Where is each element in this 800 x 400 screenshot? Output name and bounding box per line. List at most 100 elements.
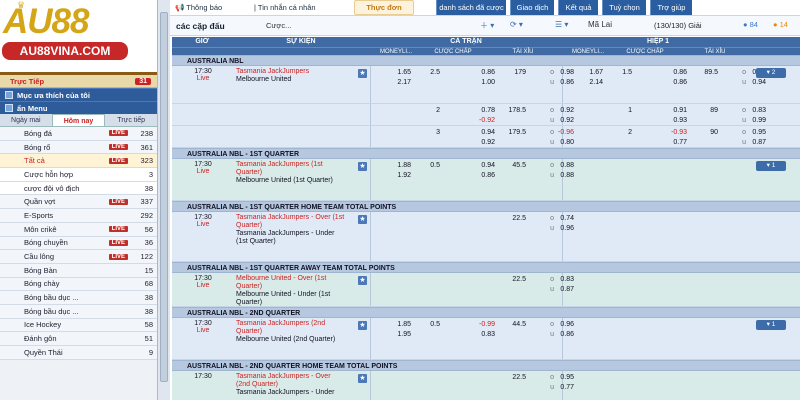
sport-item[interactable]: Bóng Bàn 15 xyxy=(0,263,157,278)
favorite-star-icon[interactable]: ★ xyxy=(358,321,367,330)
odds-cell[interactable]: 1.92 xyxy=(387,172,411,179)
odds-cell[interactable]: 22.5 xyxy=(502,374,526,381)
topbar-button-0[interactable]: danh sách đã cược xyxy=(436,0,506,15)
odds-cell[interactable]: 179.5 xyxy=(502,129,526,136)
odds-cell[interactable]: -0.96 xyxy=(550,129,574,136)
sport-item[interactable]: Quần vợt LIVE 337 xyxy=(0,195,157,210)
odds-cell[interactable]: 1.85 xyxy=(387,321,411,328)
sport-item[interactable]: Tất cả LIVE 323 xyxy=(0,154,157,169)
sport-item[interactable]: Đánh gôn 51 xyxy=(0,332,157,346)
odds-cell[interactable]: 0.98 xyxy=(550,69,574,76)
home-team[interactable]: Tasmania JackJumpers xyxy=(236,68,346,76)
away-team[interactable]: Tasmania JackJumpers - Under xyxy=(236,389,346,397)
sidebar-scrollbar[interactable] xyxy=(157,0,170,400)
odds-cell[interactable]: 1.5 xyxy=(608,69,632,76)
odds-cell[interactable]: 0.87 xyxy=(742,139,766,146)
odds-cell[interactable]: 0.80 xyxy=(550,139,574,146)
sport-item[interactable]: Bóng bầu dục ... 38 xyxy=(0,291,157,305)
favorite-star-icon[interactable]: ★ xyxy=(358,374,367,383)
odds-cell[interactable]: 1.00 xyxy=(471,79,495,86)
odds-cell[interactable]: 0.86 xyxy=(471,172,495,179)
odds-cell[interactable]: 0.83 xyxy=(742,107,766,114)
odds-cell[interactable]: 90 xyxy=(694,129,718,136)
odds-cell[interactable]: 0.86 xyxy=(663,79,687,86)
odds-cell[interactable]: 0.88 xyxy=(550,162,574,169)
odds-cell[interactable]: 0.77 xyxy=(663,139,687,146)
odds-cell[interactable]: 0.94 xyxy=(471,129,495,136)
league-count[interactable]: (130/130) Giải xyxy=(654,21,702,30)
odds-cell[interactable]: 22.5 xyxy=(502,276,526,283)
odds-cell[interactable]: 2.17 xyxy=(387,79,411,86)
hide-menu-bar[interactable]: ẩn Menu xyxy=(0,101,157,114)
odds-cell[interactable]: 0.96 xyxy=(550,225,574,232)
odds-cell[interactable]: 0.92 xyxy=(471,139,495,146)
home-team[interactable]: Tasmania JackJumpers - Over (2nd Quarter… xyxy=(236,373,346,389)
favorites-bar[interactable]: Mục ưa thích của tôi xyxy=(0,88,157,101)
odds-cell[interactable]: 22.5 xyxy=(502,215,526,222)
tab-0[interactable]: Ngày mai xyxy=(0,114,52,126)
odds-cell[interactable]: 89 xyxy=(694,107,718,114)
away-team[interactable]: Melbourne United (1st Quarter) xyxy=(236,177,346,185)
league-header[interactable]: AUSTRALIA NBL - 1ST QUARTER xyxy=(172,148,800,159)
sort-icon[interactable]: ☰ ▾ xyxy=(555,20,568,29)
notice-link[interactable]: 📢 Thông báo xyxy=(175,3,222,12)
sport-item[interactable]: Bóng bầu dục ... 38 xyxy=(0,304,157,319)
odds-cell[interactable]: 0.74 xyxy=(550,215,574,222)
topbar-button-3[interactable]: Tuỳ chọn xyxy=(602,0,646,15)
favorite-star-icon[interactable]: ★ xyxy=(358,276,367,285)
odds-cell[interactable]: 0.87 xyxy=(550,286,574,293)
odds-cell[interactable]: 2.5 xyxy=(416,69,440,76)
odds-cell[interactable]: 0.86 xyxy=(550,79,574,86)
odds-cell[interactable]: 0.94 xyxy=(742,79,766,86)
odds-cell[interactable]: 0.5 xyxy=(416,162,440,169)
home-team[interactable]: Tasmania JackJumpers (1st Quarter) xyxy=(236,161,346,177)
odds-cell[interactable]: -0.99 xyxy=(471,321,495,328)
live-now-item[interactable]: Trực Tiếp 31 xyxy=(0,75,157,88)
more-markets-button[interactable]: ▾ 1 xyxy=(756,161,786,171)
topbar-button-4[interactable]: Trợ giúp xyxy=(650,0,692,15)
odds-cell[interactable]: 179 xyxy=(502,69,526,76)
league-header[interactable]: AUSTRALIA NBL xyxy=(172,55,800,66)
away-team[interactable]: Melbourne United xyxy=(236,76,346,84)
tab-2[interactable]: Trực tiếp xyxy=(105,114,157,126)
odds-cell[interactable]: 0.95 xyxy=(742,129,766,136)
more-markets-button[interactable]: ▾ 1 xyxy=(756,320,786,330)
odds-cell[interactable]: 3 xyxy=(416,129,440,136)
tab-1[interactable]: Hôm nay xyxy=(51,114,106,126)
odds-cell[interactable]: 2 xyxy=(608,129,632,136)
away-team[interactable]: Melbourne United - Under (1st Quarter) xyxy=(236,291,346,307)
league-header[interactable]: AUSTRALIA NBL - 1ST QUARTER AWAY TEAM TO… xyxy=(172,262,800,273)
odds-cell[interactable]: 0.92 xyxy=(550,117,574,124)
odds-cell[interactable]: 0.96 xyxy=(550,321,574,328)
odds-cell[interactable]: 1 xyxy=(608,107,632,114)
topbar-button-1[interactable]: Giao dịch xyxy=(510,0,554,15)
odds-cell[interactable]: 89.5 xyxy=(694,69,718,76)
odds-cell[interactable]: 44.5 xyxy=(502,321,526,328)
away-team[interactable]: Tasmania JackJumpers - Under (1st Quarte… xyxy=(236,230,346,246)
favorite-star-icon[interactable]: ★ xyxy=(358,69,367,78)
odds-cell[interactable]: 0.88 xyxy=(550,172,574,179)
odds-cell[interactable]: 0.77 xyxy=(550,384,574,391)
odds-cell[interactable]: 0.86 xyxy=(550,331,574,338)
favorite-star-icon[interactable]: ★ xyxy=(358,215,367,224)
odds-cell[interactable]: 0.78 xyxy=(471,107,495,114)
odds-cell[interactable]: -0.92 xyxy=(471,117,495,124)
sport-item[interactable]: Bóng chày 68 xyxy=(0,277,157,292)
odds-cell[interactable]: 0.86 xyxy=(471,69,495,76)
away-team[interactable]: Melbourne United (2nd Quarter) xyxy=(236,336,346,344)
sport-item[interactable]: cược đội vô địch 38 xyxy=(0,181,157,196)
sport-item[interactable]: Ice Hockey 58 xyxy=(0,318,157,333)
odds-cell[interactable]: -0.93 xyxy=(663,129,687,136)
odds-cell[interactable]: 0.5 xyxy=(416,321,440,328)
sport-item[interactable]: Quyền Thái 9 xyxy=(0,346,157,360)
sport-item[interactable]: Bóng đá LIVE 238 xyxy=(0,127,157,141)
market-select[interactable]: Mã Lai xyxy=(588,20,612,29)
more-markets-button[interactable]: ▾ 2 xyxy=(756,68,786,78)
favorite-star-icon[interactable]: ★ xyxy=(358,162,367,171)
odds-cell[interactable]: 2 xyxy=(416,107,440,114)
sport-item[interactable]: Bóng rổ LIVE 361 xyxy=(0,140,157,155)
odds-cell[interactable]: 0.99 xyxy=(742,117,766,124)
odds-cell[interactable]: 45.5 xyxy=(502,162,526,169)
sport-item[interactable]: Bóng chuyền LIVE 36 xyxy=(0,236,157,251)
add-icon[interactable]: ＋ ▾ xyxy=(480,20,494,31)
